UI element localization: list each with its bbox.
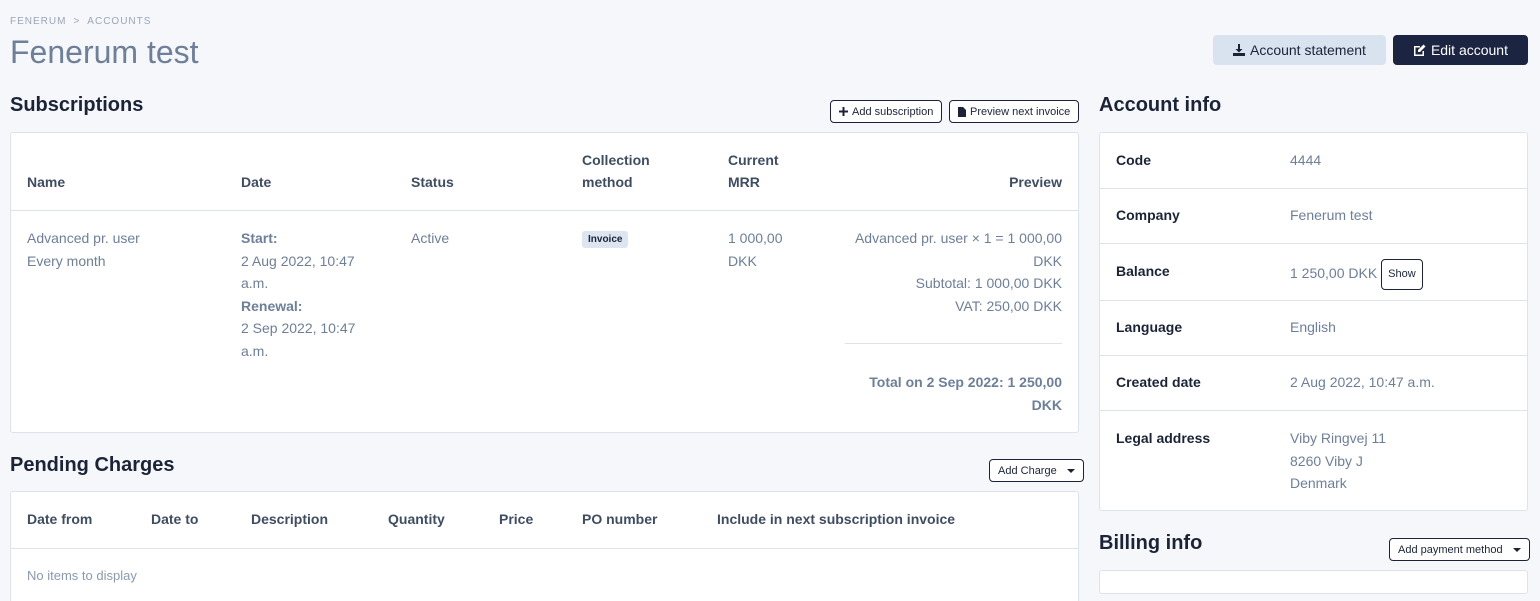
start-label: Start:: [241, 230, 278, 246]
info-label-legal-address: Legal address: [1116, 430, 1211, 446]
add-charge-label: Add Charge: [998, 464, 1057, 477]
info-label-created-date: Created date: [1116, 374, 1201, 390]
info-value-code: 4444: [1290, 152, 1322, 168]
download-icon: [1232, 44, 1245, 56]
preview-vat: VAT: 250,00 DKK: [955, 297, 1062, 314]
address-line-1: Viby Ringvej 11: [1290, 430, 1386, 446]
breadcrumb-item-fenerum[interactable]: FENERUM: [10, 16, 66, 27]
file-icon: [958, 106, 966, 117]
info-label-balance: Balance: [1116, 263, 1170, 279]
account-info-title: Account info: [1099, 94, 1222, 116]
info-divider: [1100, 410, 1527, 411]
column-header-quantity: Quantity: [388, 511, 445, 527]
plus-icon: [839, 107, 848, 116]
preview-divider: [845, 343, 1062, 344]
account-statement-label: Account statement: [1249, 42, 1366, 58]
renewal-label: Renewal:: [241, 297, 303, 314]
subscriptions-title: Subscriptions: [10, 94, 144, 116]
info-value-balance: 1 250,00 DKK: [1290, 264, 1378, 281]
pending-header-divider: [11, 548, 1078, 549]
breadcrumb: FENERUM > ACCOUNTS: [10, 16, 151, 27]
column-header-date-to: Date to: [151, 511, 199, 527]
info-divider: [1100, 300, 1527, 301]
subscription-date-cell: Start: 2 Aug 2022, 10:47 a.m. Renewal: 2…: [241, 227, 355, 362]
info-value-legal-address: Viby Ringvej 11 8260 Viby J Denmark: [1290, 427, 1386, 495]
invoice-preview: Advanced pr. user × 1 = 1 000,00 DKK Sub…: [855, 227, 1062, 317]
subscription-name[interactable]: Advanced pr. user: [27, 227, 140, 250]
pending-charges-title: Pending Charges: [10, 454, 175, 476]
column-header-current-mrr: Current MRR: [728, 149, 779, 193]
edit-icon: [1413, 44, 1426, 57]
edit-account-label: Edit account: [1430, 42, 1508, 58]
preview-next-invoice-label: Preview next invoice: [970, 105, 1071, 118]
column-header-price: Price: [499, 511, 534, 527]
info-value-created-date: 2 Aug 2022, 10:47 a.m.: [1290, 374, 1435, 390]
add-payment-method-button[interactable]: Add payment method: [1389, 538, 1530, 561]
info-label-company: Company: [1116, 207, 1180, 223]
renewal-value-line-1: 2 Sep 2022, 10:47: [241, 320, 356, 336]
mrr-line-1: 1 000,00: [728, 230, 783, 246]
info-label-code: Code: [1116, 152, 1151, 168]
subscription-mrr: 1 000,00 DKK: [728, 227, 783, 272]
column-header-date: Date: [241, 174, 272, 190]
start-value-line-1: 2 Aug 2022, 10:47: [241, 252, 355, 269]
edit-account-button[interactable]: Edit account: [1392, 35, 1528, 65]
breadcrumb-separator: >: [73, 16, 81, 27]
info-divider: [1100, 243, 1527, 244]
account-statement-button[interactable]: Account statement: [1212, 35, 1386, 65]
billing-info-title: Billing info: [1099, 532, 1203, 554]
mrr-line-2: DKK: [728, 252, 757, 269]
subscription-interval: Every month: [27, 252, 106, 269]
empty-state-text: No items to display: [27, 568, 137, 583]
preview-subtotal: Subtotal: 1 000,00 DKK: [915, 275, 1062, 291]
info-divider: [1100, 188, 1527, 189]
info-label-language: Language: [1116, 319, 1183, 335]
preview-total: Total on 2 Sep 2022: 1 250,00 DKK: [869, 371, 1062, 416]
collection-method-badge: Invoice: [582, 231, 629, 248]
renewal-value-line-2: a.m.: [241, 342, 269, 359]
preview-line-1: Advanced pr. user × 1 = 1 000,00: [854, 230, 1062, 246]
column-header-description: Description: [251, 511, 329, 527]
add-charge-button[interactable]: Add Charge: [989, 459, 1084, 482]
preview-total-line-2: DKK: [1031, 396, 1062, 413]
info-value-balance-cell: 1 250,00 DKK Show: [1290, 259, 1423, 290]
column-header-collection-method: Collection method: [582, 149, 650, 193]
preview-next-invoice-button[interactable]: Preview next invoice: [949, 100, 1080, 123]
column-header-include-next: Include in next subscription invoice: [717, 511, 956, 527]
header-actions: Account statement Edit account: [1212, 35, 1528, 65]
pending-charges-table: Date from Date to Description Quantity P…: [10, 491, 1079, 601]
add-subscription-label: Add subscription: [852, 105, 934, 118]
account-info-card: Code 4444 Company Fenerum test Balance 1…: [1099, 132, 1528, 511]
add-subscription-button[interactable]: Add subscription: [830, 100, 943, 123]
start-value-line-2: a.m.: [241, 275, 269, 291]
subscriptions-table: Name Date Status Collection method Curre…: [10, 132, 1079, 433]
subscription-status: Active: [411, 230, 450, 246]
column-header-po-number: PO number: [582, 511, 658, 527]
subscription-name-cell[interactable]: Advanced pr. user Every month: [27, 227, 140, 272]
column-header-collection-line-1: Collection: [582, 152, 650, 168]
column-header-status: Status: [411, 174, 454, 190]
column-header-mrr-line-2: MRR: [728, 174, 760, 190]
add-payment-method-label: Add payment method: [1398, 543, 1503, 556]
address-line-2: 8260 Viby J: [1290, 452, 1363, 469]
info-divider: [1100, 355, 1527, 356]
address-line-3: Denmark: [1290, 475, 1347, 491]
column-header-mrr-line-1: Current: [728, 152, 779, 168]
page-title: Fenerum test: [10, 34, 199, 70]
breadcrumb-item-accounts[interactable]: ACCOUNTS: [87, 16, 151, 27]
column-header-collection-line-2: method: [582, 174, 633, 190]
billing-info-card: [1099, 570, 1528, 594]
column-header-date-from: Date from: [27, 511, 93, 527]
caret-down-icon: [1512, 547, 1521, 552]
header-divider: [11, 210, 1078, 211]
show-balance-button[interactable]: Show: [1381, 259, 1423, 290]
info-value-language: English: [1290, 319, 1336, 335]
preview-total-line-1: Total on 2 Sep 2022: 1 250,00: [869, 374, 1062, 390]
preview-line-2: DKK: [1033, 252, 1062, 269]
info-value-company: Fenerum test: [1290, 207, 1373, 223]
column-header-preview: Preview: [1009, 174, 1062, 190]
column-header-name: Name: [27, 174, 66, 190]
caret-down-icon: [1066, 468, 1075, 473]
